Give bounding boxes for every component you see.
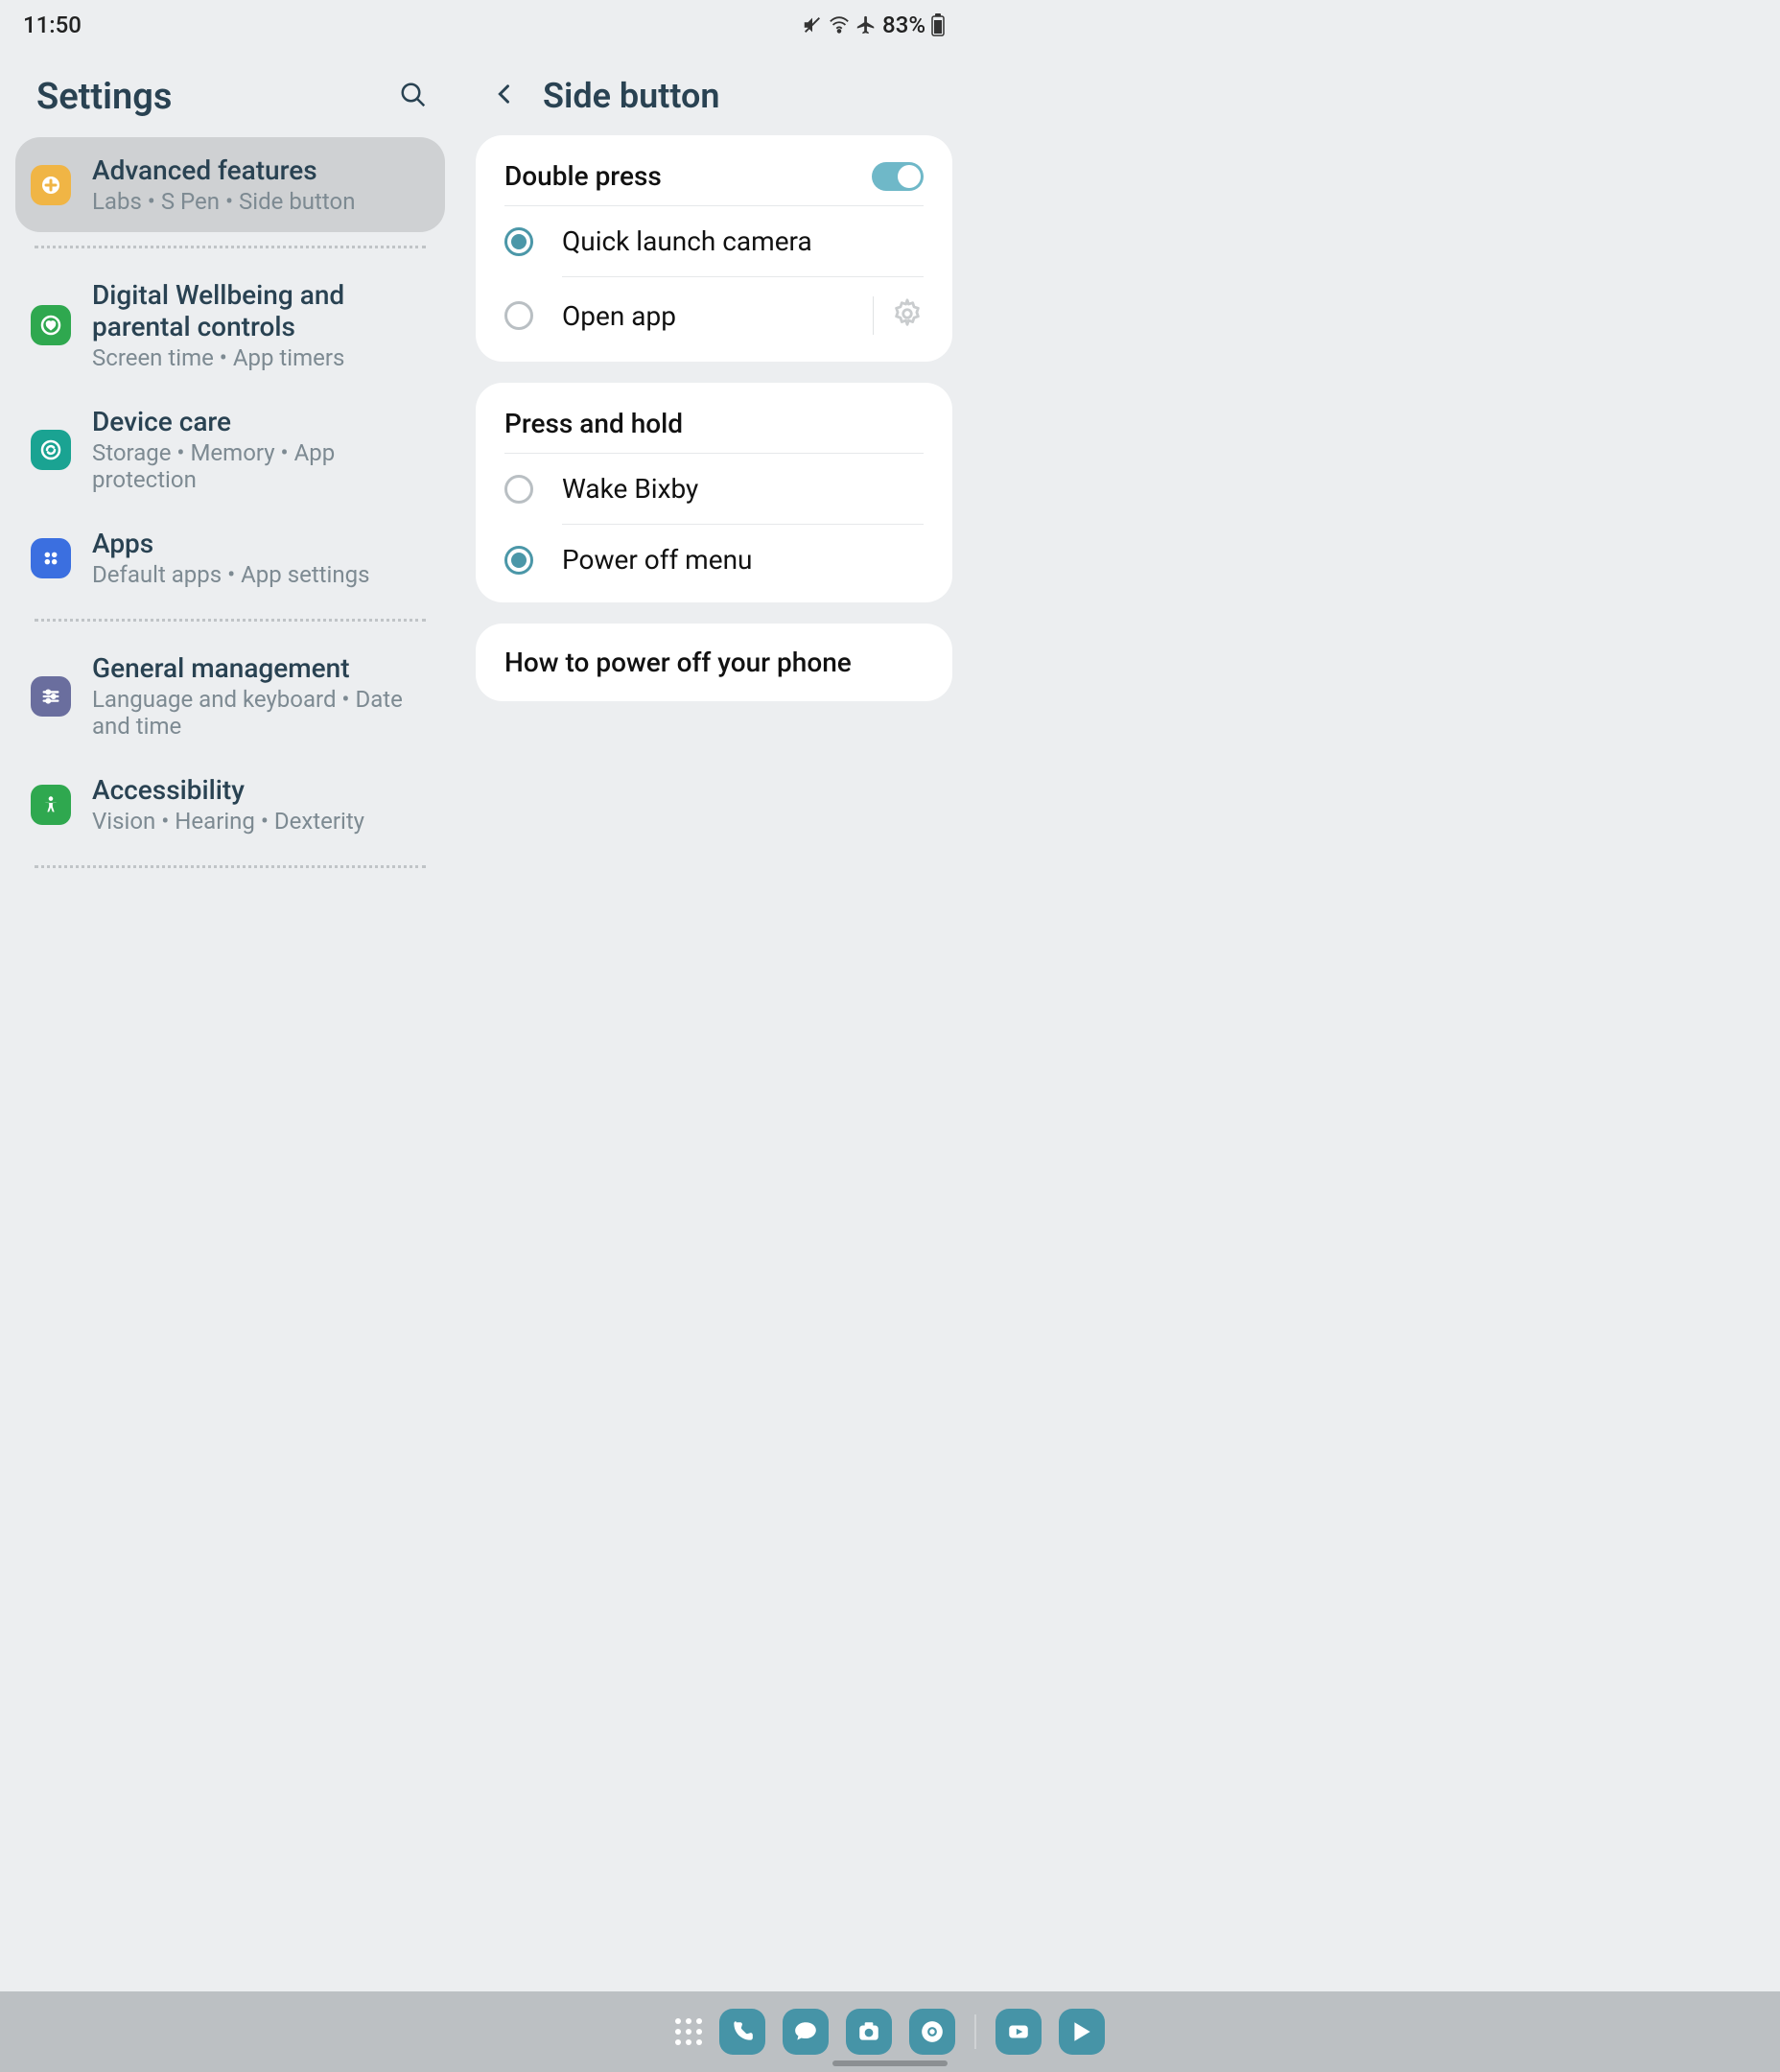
option-label: Open app: [562, 300, 844, 332]
sidebar-item-sub: Default apps • App settings: [92, 561, 369, 588]
sidebar-item-sub: Storage • Memory • App protection: [92, 439, 430, 493]
link-label: How to power off your phone: [504, 647, 852, 678]
phone-app-icon[interactable]: [719, 2009, 765, 2055]
messages-app-icon[interactable]: [783, 2009, 829, 2055]
sidebar-item-label: Accessibility: [92, 774, 364, 806]
youtube-app-icon[interactable]: [995, 2009, 1042, 2055]
option-label: Power off menu: [562, 544, 924, 576]
sidebar-item-label: General management: [92, 652, 430, 684]
playstore-app-icon[interactable]: [1059, 2009, 1105, 2055]
taskbar-separator: [974, 2014, 976, 2049]
mute-icon: [802, 14, 823, 35]
sidebar-item-device-care[interactable]: Device care Storage • Memory • App prote…: [15, 388, 445, 510]
divider: [35, 246, 426, 248]
option-open-app[interactable]: Open app: [476, 277, 952, 354]
how-to-power-off-link[interactable]: How to power off your phone: [476, 624, 952, 701]
nav-handle[interactable]: [832, 2060, 948, 2066]
settings-detail-pane: Side button Double press Quick launch ca…: [476, 46, 952, 882]
sidebar-item-sub: Screen time • App timers: [92, 344, 430, 371]
battery-percent: 83%: [882, 12, 925, 38]
gear-plus-icon: [31, 165, 71, 205]
radio-icon: [504, 546, 533, 575]
apps-drawer-button[interactable]: [675, 2018, 702, 2045]
sidebar-item-advanced-features[interactable]: Advanced features Labs • S Pen • Side bu…: [15, 137, 445, 232]
sidebar-item-label: Device care: [92, 406, 430, 437]
status-indicators: 83%: [802, 12, 945, 38]
double-press-toggle[interactable]: [872, 162, 924, 191]
heart-circle-icon: [31, 305, 71, 345]
option-power-off-menu[interactable]: Power off menu: [476, 525, 952, 595]
double-press-section: Double press Quick launch camera Open ap…: [476, 135, 952, 362]
wifi-icon: [829, 14, 850, 35]
sidebar-item-label: Apps: [92, 528, 369, 559]
sidebar-item-sub: Language and keyboard • Date and time: [92, 686, 430, 740]
search-button[interactable]: [393, 75, 433, 118]
gear-icon[interactable]: [891, 297, 924, 334]
section-title: Double press: [504, 160, 662, 192]
radio-icon: [504, 227, 533, 256]
divider: [35, 865, 426, 868]
option-label: Wake Bixby: [562, 473, 924, 505]
option-wake-bixby[interactable]: Wake Bixby: [476, 454, 952, 524]
sidebar-item-sub: Labs • S Pen • Side button: [92, 188, 355, 215]
airplane-icon: [855, 14, 877, 35]
sidebar-item-accessibility[interactable]: Accessibility Vision • Hearing • Dexteri…: [15, 757, 445, 852]
chrome-app-icon[interactable]: [909, 2009, 955, 2055]
divider: [873, 296, 874, 335]
radio-icon: [504, 301, 533, 330]
sidebar-item-general-management[interactable]: General management Language and keyboard…: [15, 635, 445, 757]
sidebar-item-label: Advanced features: [92, 154, 355, 186]
section-title: Press and hold: [504, 408, 683, 439]
option-quick-launch-camera[interactable]: Quick launch camera: [476, 206, 952, 276]
back-button[interactable]: [485, 75, 524, 116]
refresh-circle-icon: [31, 430, 71, 470]
status-bar: 11:50 83%: [0, 0, 968, 46]
sliders-icon: [31, 676, 71, 717]
settings-title: Settings: [36, 76, 172, 118]
camera-app-icon[interactable]: [846, 2009, 892, 2055]
sidebar-item-sub: Vision • Hearing • Dexterity: [92, 808, 364, 835]
four-dots-icon: [31, 538, 71, 578]
page-title: Side button: [543, 76, 719, 116]
option-label: Quick launch camera: [562, 225, 924, 257]
sidebar-item-digital-wellbeing[interactable]: Digital Wellbeing and parental controls …: [15, 262, 445, 388]
sidebar-item-label: Digital Wellbeing and parental controls: [92, 279, 430, 342]
settings-master-pane: Settings Advanced features Labs • S Pen …: [0, 46, 460, 882]
person-icon: [31, 785, 71, 825]
sidebar-item-apps[interactable]: Apps Default apps • App settings: [15, 510, 445, 605]
status-time: 11:50: [23, 12, 82, 38]
divider: [35, 619, 426, 622]
battery-icon: [931, 13, 945, 36]
radio-icon: [504, 475, 533, 504]
press-and-hold-section: Press and hold Wake Bixby Power off menu: [476, 383, 952, 602]
